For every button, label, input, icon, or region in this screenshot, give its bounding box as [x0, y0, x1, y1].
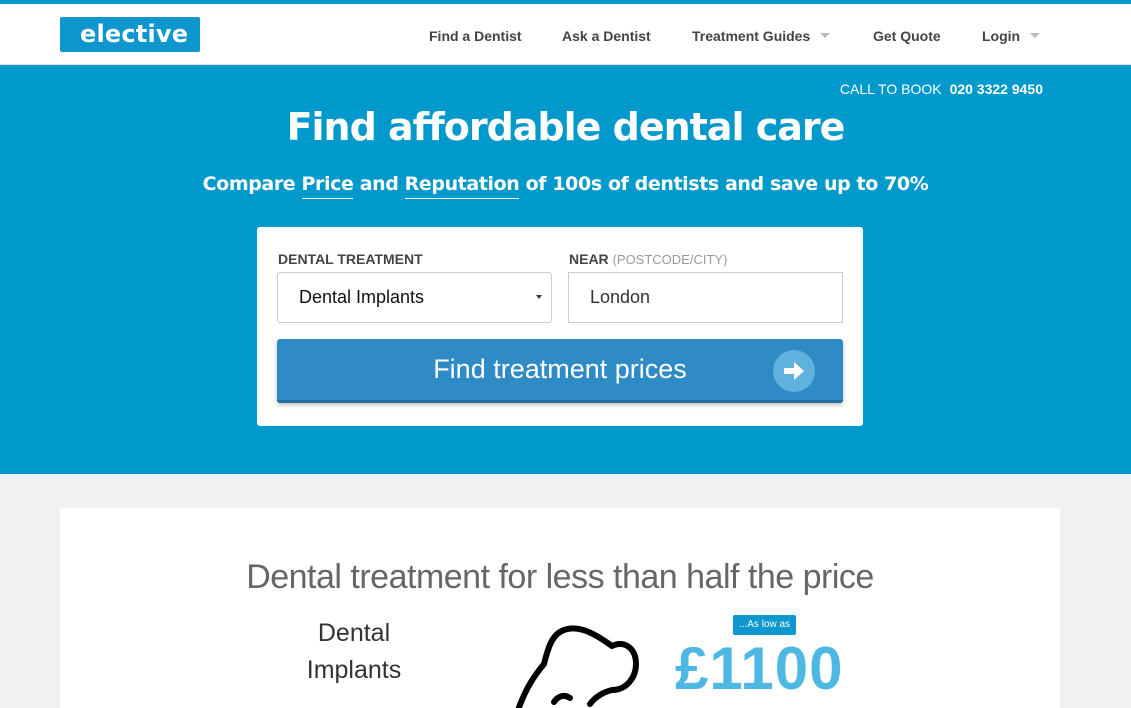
select-arrow-icon [536, 295, 542, 299]
chevron-down-icon [820, 32, 831, 38]
hero-section: CALL TO BOOK 020 3322 9450 Find affordabl… [0, 65, 1131, 474]
logo-text: elective [80, 20, 189, 48]
treatment-label: DENTAL TREATMENT [278, 251, 423, 267]
search-card: DENTAL TREATMENT NEAR (POSTCODE/CITY) De… [257, 227, 863, 426]
subtitle-text: Compare [202, 173, 302, 195]
logo[interactable]: elective * [60, 8, 200, 52]
near-label: NEAR (POSTCODE/CITY) [569, 251, 727, 267]
subtitle-text: and [353, 173, 405, 195]
promo-treatment-line: Implants [306, 656, 402, 684]
phone-number[interactable]: 020 3322 9450 [950, 81, 1043, 97]
near-hint: (POSTCODE/CITY) [612, 252, 728, 267]
logo-asterisk: * [179, 6, 188, 25]
nav-label: Get Quote [873, 28, 941, 44]
subtitle-reputation-link[interactable]: Reputation [404, 173, 520, 199]
subtitle-text: of 100s of dentists and save up to 70% [519, 173, 929, 195]
button-label: Find treatment prices [433, 354, 687, 384]
arrow-right-icon [773, 350, 815, 392]
near-label-text: NEAR [569, 251, 609, 267]
location-input-value: London [590, 287, 651, 307]
promo-treatment-line: Dental [317, 619, 391, 647]
nav-find-a-dentist[interactable]: Find a Dentist [429, 26, 522, 46]
tooth-icon [508, 618, 648, 708]
chevron-down-icon [1030, 32, 1041, 38]
promo-title: Dental treatment for less than half the … [246, 558, 874, 596]
promo-treatment: Dental Implants [288, 615, 420, 689]
find-treatment-prices-button[interactable]: Find treatment prices [277, 339, 843, 403]
treatment-select[interactable]: Dental Implants [277, 272, 552, 323]
nav-treatment-guides[interactable]: Treatment Guides [692, 26, 831, 46]
as-low-as-badge: ...As low as [733, 615, 796, 635]
location-input[interactable]: London [568, 272, 843, 323]
site-header: elective * Find a Dentist Ask a Dentist T… [0, 4, 1131, 65]
nav-login[interactable]: Login [982, 26, 1041, 46]
hero-subtitle: Compare Price and Reputation of 100s of … [0, 173, 1131, 199]
hero-title: Find affordable dental care [286, 105, 846, 149]
nav-ask-a-dentist[interactable]: Ask a Dentist [562, 26, 651, 46]
treatment-select-value: Dental Implants [299, 287, 425, 307]
call-to-book: CALL TO BOOK 020 3322 9450 [840, 81, 1043, 97]
promo-panel: Dental treatment for less than half the … [60, 508, 1060, 708]
nav-get-quote[interactable]: Get Quote [873, 26, 941, 46]
nav-label: Ask a Dentist [562, 28, 651, 44]
subtitle-price-link[interactable]: Price [301, 173, 354, 199]
call-label: CALL TO BOOK [839, 81, 942, 97]
nav-label: Treatment Guides [692, 28, 811, 44]
nav-label: Find a Dentist [429, 28, 522, 44]
promo-price: £1100 [675, 635, 844, 702]
nav-label: Login [982, 28, 1021, 44]
